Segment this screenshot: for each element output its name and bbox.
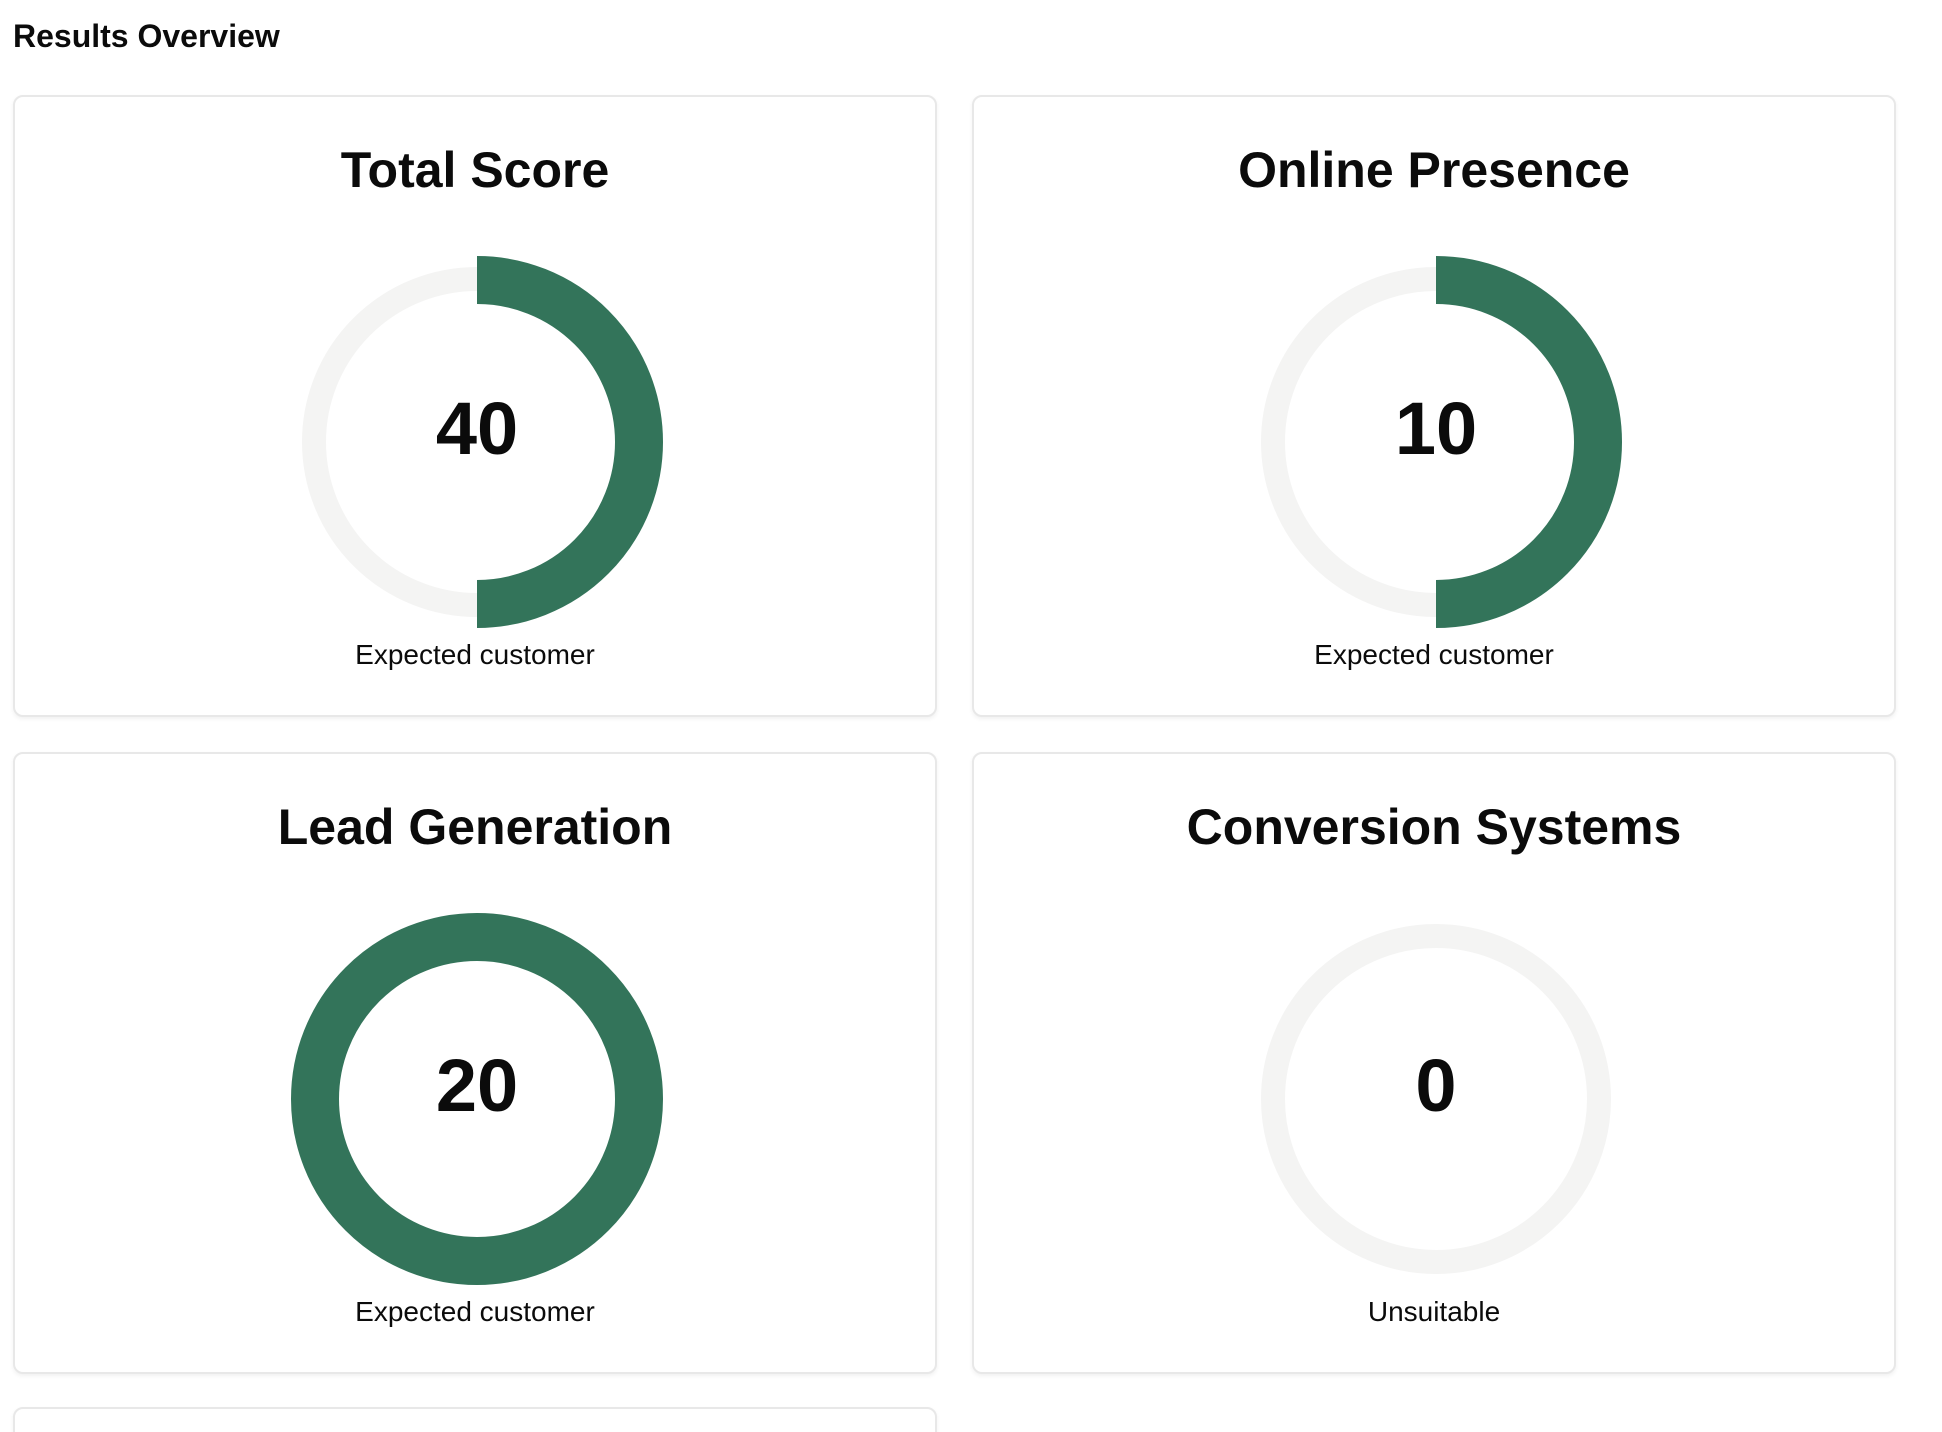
gauge-value: 0 — [1415, 1044, 1457, 1127]
card-title: Total Score — [340, 142, 610, 198]
card-status: Expected customer — [355, 639, 595, 670]
card-title: Conversion Systems — [1186, 799, 1682, 855]
score-gauge: 10 — [1246, 252, 1626, 632]
card-status: Unsuitable — [1367, 1296, 1501, 1327]
card-title: Lead Generation — [277, 799, 673, 855]
card-status: Expected customer — [1314, 639, 1554, 670]
score-card-total-score: Total Score 40 Expected customer — [13, 95, 937, 717]
page-title: Results Overview — [13, 18, 280, 54]
score-card-conversion-systems: Conversion Systems 0 Unsuitable — [972, 752, 1896, 1374]
score-card-online-presence: Online Presence 10 Expected customer — [972, 95, 1896, 717]
card-title: Online Presence — [1238, 142, 1630, 198]
results-overview-page: Results Overview Total Score 40 Expected… — [0, 0, 1942, 1432]
score-card-lead-generation: Lead Generation 20 Expected customer — [13, 752, 937, 1374]
gauge-value: 20 — [435, 1044, 519, 1127]
score-card-partial — [13, 1407, 937, 1432]
score-gauge: 20 — [287, 909, 667, 1289]
card-status: Expected customer — [355, 1296, 595, 1327]
gauge-value: 40 — [435, 387, 519, 470]
gauge-value: 10 — [1394, 387, 1478, 470]
score-gauge: 0 — [1246, 909, 1626, 1289]
score-gauge: 40 — [287, 252, 667, 632]
